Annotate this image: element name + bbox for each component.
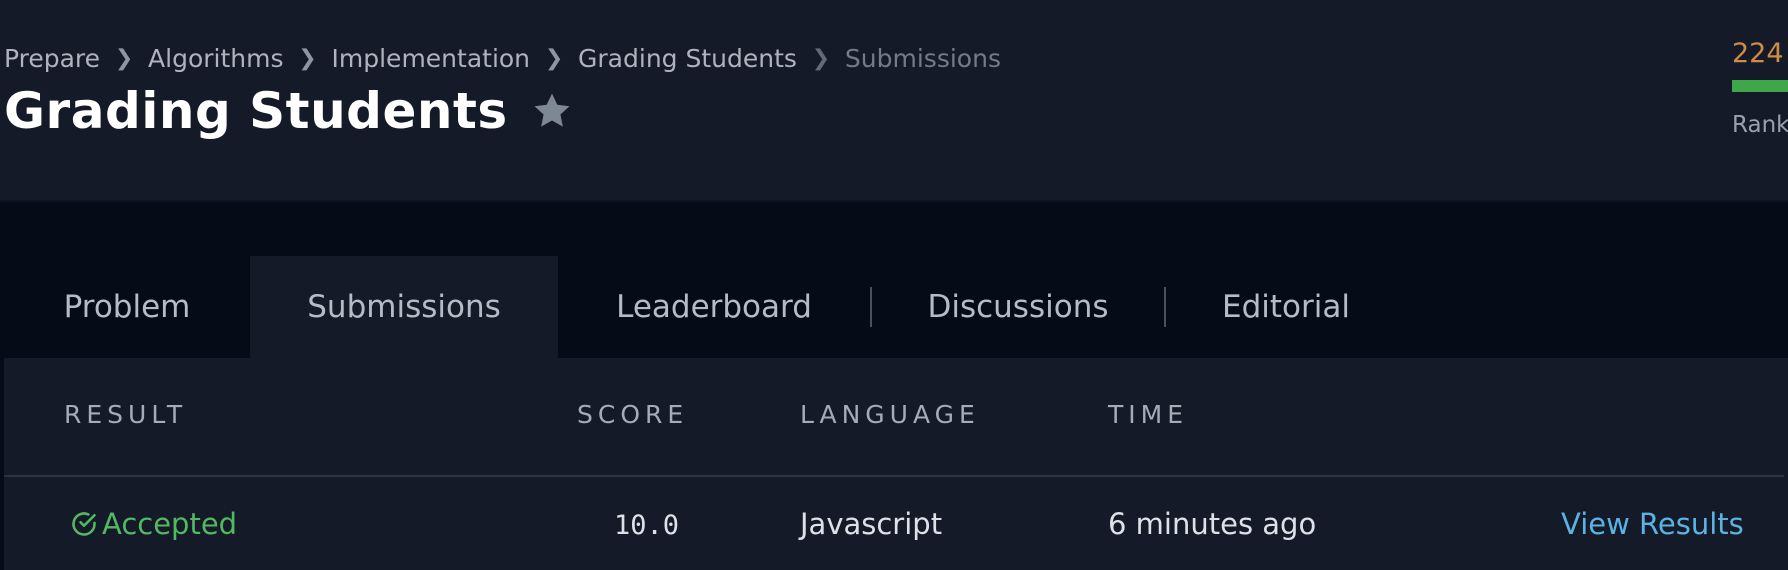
time-value: 6 minutes ago	[1108, 507, 1317, 541]
table-header: RESULT SCORE LANGUAGE TIME	[4, 358, 1784, 477]
chevron-right-icon: ❯	[298, 45, 317, 71]
chevron-right-icon: ❯	[544, 45, 564, 71]
title-row: Grading Students	[4, 82, 574, 140]
breadcrumb: Prepare ❯ Algorithms ❯ Implementation ❯ …	[4, 40, 1001, 76]
tab-leaderboard[interactable]: Leaderboard	[558, 256, 870, 358]
tab-problem[interactable]: Problem	[4, 256, 250, 358]
page-header: Prepare ❯ Algorithms ❯ Implementation ❯ …	[0, 0, 1788, 202]
column-header-time: TIME	[1108, 400, 1189, 429]
chevron-right-icon: ❯	[811, 45, 831, 71]
page-title: Grading Students	[4, 82, 508, 140]
rank-widget: 224 Rank	[1732, 36, 1788, 138]
rank-value: 224	[1732, 38, 1784, 69]
column-header-language: LANGUAGE	[800, 400, 980, 429]
table-row: Accepted 10.0 Javascript 6 minutes ago V…	[4, 477, 1784, 570]
column-header-result: RESULT	[64, 400, 188, 429]
view-results-link[interactable]: View Results	[1561, 507, 1744, 541]
breadcrumb-item-prepare[interactable]: Prepare	[4, 44, 100, 73]
check-circle-icon	[70, 510, 98, 538]
score-value: 10.0	[614, 510, 680, 541]
tab-discussions[interactable]: Discussions	[872, 256, 1164, 358]
submissions-panel: RESULT SCORE LANGUAGE TIME Accepted 10.0…	[4, 358, 1788, 570]
tab-bar: Problem Submissions Leaderboard Discussi…	[4, 256, 1406, 358]
rank-progress-bar	[1732, 80, 1788, 92]
tab-editorial[interactable]: Editorial	[1166, 256, 1406, 358]
star-icon[interactable]	[530, 89, 574, 133]
chevron-right-icon: ❯	[114, 45, 134, 71]
breadcrumb-item-grading-students[interactable]: Grading Students	[578, 44, 797, 73]
breadcrumb-item-algorithms[interactable]: Algorithms	[148, 44, 283, 73]
language-value: Javascript	[800, 507, 943, 541]
breadcrumb-item-submissions: Submissions	[844, 43, 1001, 73]
result-status: Accepted	[70, 507, 237, 541]
column-header-score: SCORE	[577, 400, 689, 429]
result-label: Accepted	[102, 507, 238, 541]
breadcrumb-item-implementation[interactable]: Implementation	[332, 44, 531, 73]
tab-submissions[interactable]: Submissions	[250, 256, 558, 358]
rank-label: Rank	[1732, 112, 1788, 138]
